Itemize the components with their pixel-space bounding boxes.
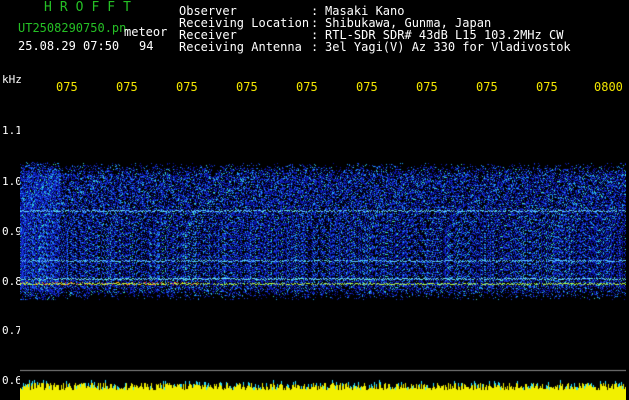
app-brand: HROFFT	[44, 0, 139, 15]
hrofft-spectrogram-window: HROFFT UT2508290750.pn meteor 25.08.29 0…	[0, 0, 629, 400]
y-tick-label: 0.8	[2, 275, 22, 288]
y-tick-label: 0.7	[2, 324, 22, 337]
time-label: 075	[476, 80, 498, 94]
count-value: 94	[139, 39, 154, 53]
time-label: 075	[296, 80, 318, 94]
time-label: 075	[176, 80, 198, 94]
time-label: 075	[236, 80, 258, 94]
y-tick-label: 0.6	[2, 374, 22, 387]
spectrogram-canvas	[20, 100, 626, 400]
time-label: 0800	[594, 80, 623, 94]
mode-label: meteor	[124, 25, 168, 39]
info-label-antenna: Receiving Antenna	[179, 40, 302, 54]
time-label: 075	[116, 80, 138, 94]
file-name: UT2508290750.pn	[18, 21, 127, 35]
y-tick-label: 1.0	[2, 175, 22, 188]
y-axis-unit: kHz	[2, 73, 22, 86]
info-colon: :	[311, 40, 319, 54]
date-time: 25.08.29 07:50	[18, 39, 120, 53]
info-value-antenna: 3el Yagi(V) Az 330 for Vladivostok	[325, 40, 571, 54]
time-label: 075	[356, 80, 378, 94]
time-label: 075	[56, 80, 78, 94]
y-tick-label: 1.1	[2, 124, 22, 137]
y-tick-label: 0.9	[2, 225, 22, 238]
time-label: 075	[536, 80, 558, 94]
time-label: 075	[416, 80, 438, 94]
